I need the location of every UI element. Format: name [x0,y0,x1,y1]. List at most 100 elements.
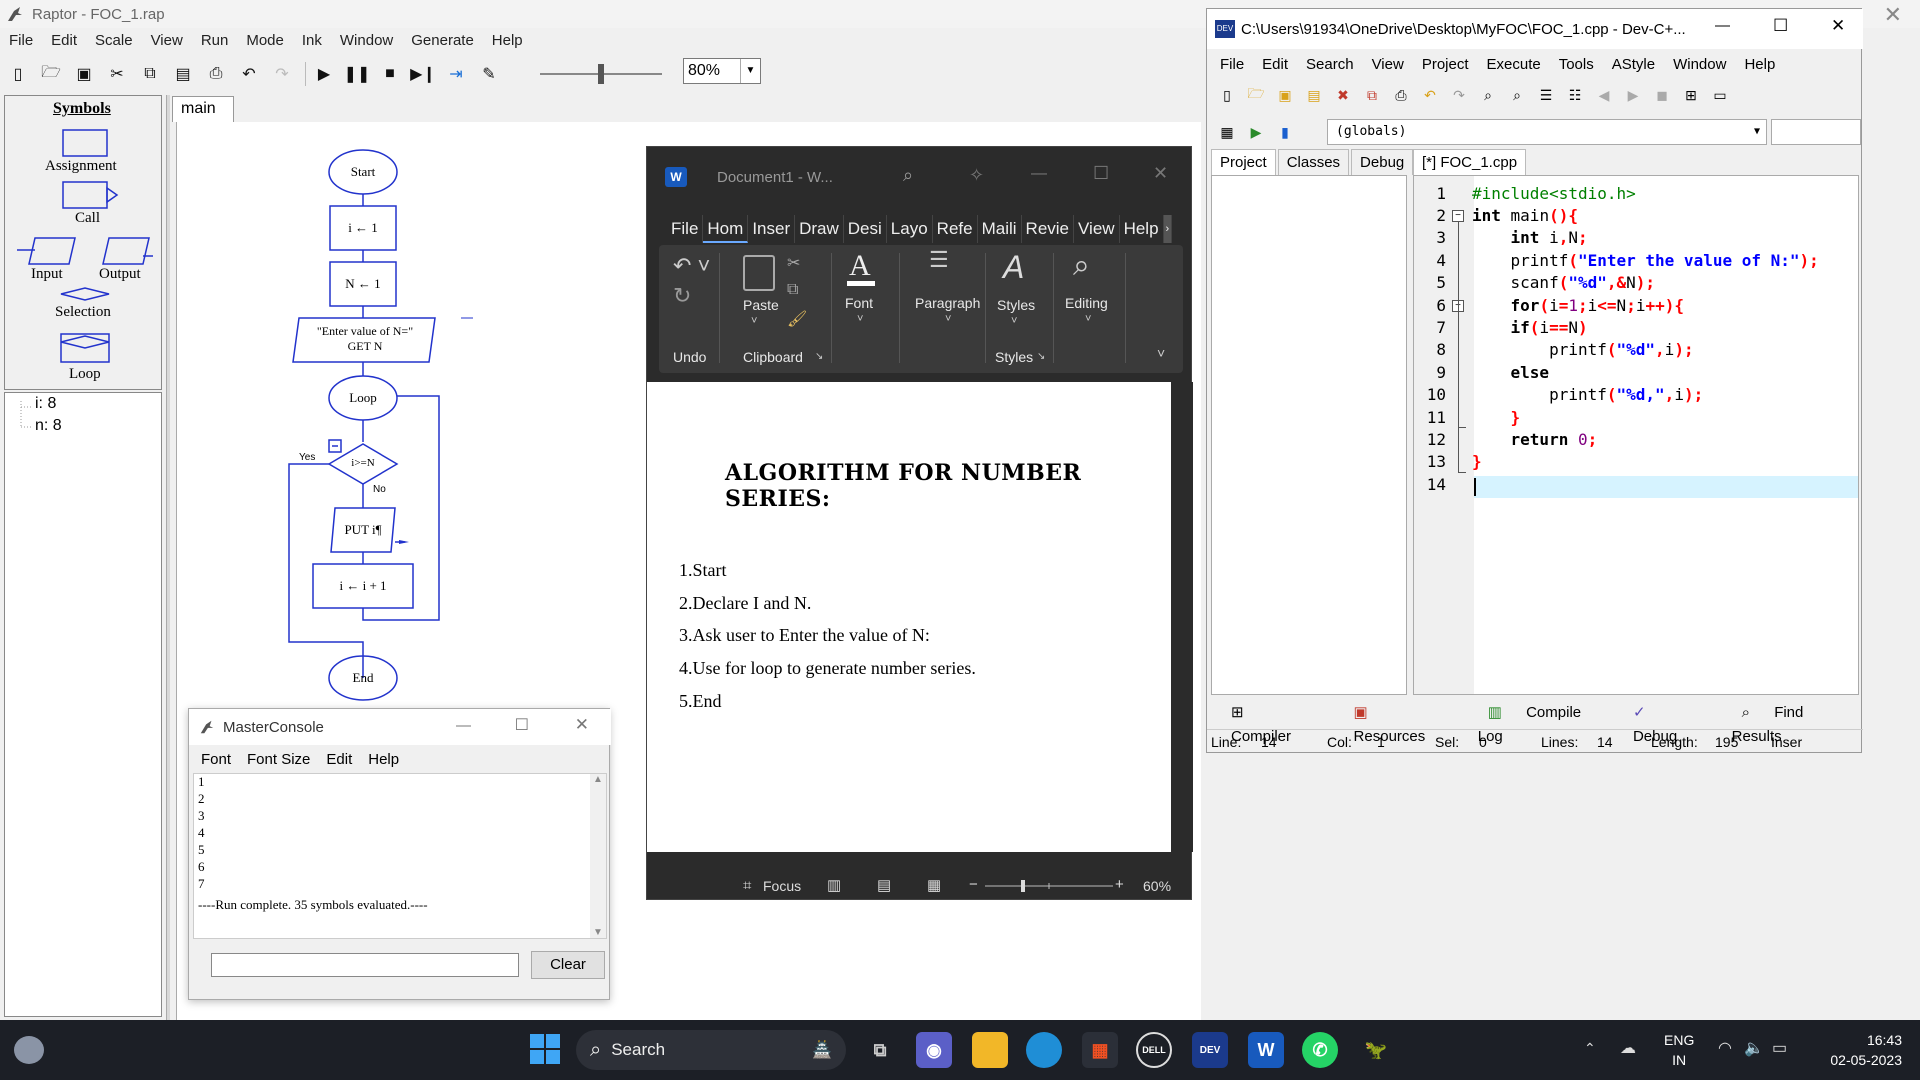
file-tab[interactable]: [*] FOC_1.cpp [1413,149,1527,175]
comment-icon[interactable]: ◼ [1650,83,1674,107]
cloud-icon[interactable]: ☁ [1620,1038,1636,1058]
save-all-icon[interactable]: ▤ [1302,83,1326,107]
new-file-icon[interactable]: ▯ [4,60,32,88]
raptor-taskbar-icon[interactable]: 🦖 [1358,1032,1394,1068]
class-browser-select[interactable]: (globals) ▼ [1327,119,1767,145]
chevron-down-icon[interactable]: ˅ [1011,315,1017,327]
tab-mailings[interactable]: Maili [978,215,1022,243]
whatsapp-icon[interactable]: ✆ [1302,1032,1338,1068]
close-icon[interactable]: ✕ [1884,2,1902,28]
redo-icon[interactable]: ↻ [673,283,691,309]
paste-icon[interactable]: ▤ [169,60,197,88]
focus-icon[interactable]: ⌗ [743,877,751,894]
volume-icon[interactable]: 🔈 [1744,1038,1764,1058]
pen-icon[interactable]: ✎ [475,60,503,88]
chevron-right-icon[interactable]: › [1163,215,1173,243]
clock[interactable]: 16:43 02-05-2023 [1810,1030,1902,1070]
stop-icon[interactable]: ■ [376,60,404,88]
taskbar-search[interactable]: ⌕ Search 🏯 [576,1030,846,1070]
undo-icon[interactable]: ↶ [235,60,263,88]
menu-run[interactable]: Run [192,30,238,52]
layout-grid-icon[interactable]: ⊞ [1679,83,1703,107]
minimize-icon[interactable]: — [456,717,471,734]
editing-button[interactable]: Editing [1065,295,1108,311]
chevron-up-icon[interactable]: ⌃ [1584,1040,1596,1057]
close-icon[interactable]: ✕ [575,715,589,735]
word-taskbar-icon[interactable]: W [1248,1032,1284,1068]
tab-debug[interactable]: Debug [1351,149,1414,175]
close-file-icon[interactable]: ✖ [1331,83,1355,107]
tab-insert[interactable]: Inser [748,215,796,243]
menu-mode[interactable]: Mode [237,30,293,52]
format-painter-icon[interactable]: 🖌 [787,309,807,329]
close-all-icon[interactable]: ⧉ [1360,83,1384,107]
tab-layout[interactable]: Layo [887,215,933,243]
dialog-launcher-icon[interactable]: ↘ [815,351,823,362]
weather-icon[interactable] [14,1036,44,1064]
copy-icon[interactable]: ⧉ [787,281,798,299]
tab-file[interactable]: File [667,215,704,243]
flow-increment[interactable]: i ← i + 1 [313,578,413,594]
unindent-icon[interactable]: ☷ [1563,83,1587,107]
tab-classes[interactable]: Classes [1277,149,1350,175]
chevron-down-icon[interactable]: ▼ [740,59,760,83]
styles-icon[interactable]: A [1003,249,1024,286]
flow-input-get[interactable]: GET N [297,339,433,354]
tab-main[interactable]: main [172,96,234,122]
designer-icon[interactable]: ✧ [969,165,984,186]
start-icon[interactable] [530,1034,560,1064]
zoom-select[interactable]: 80% ▼ [683,58,761,84]
close-icon[interactable]: ✕ [1831,16,1845,36]
flow-input-prompt[interactable]: "Enter value of N=" [297,324,433,339]
run-icon[interactable]: ▶ [1244,120,1268,144]
console-scrollbar[interactable]: ▲ ▼ [590,774,606,938]
flow-output[interactable]: PUT i¶ [333,522,393,538]
dev-menu-execute[interactable]: Execute [1478,53,1550,77]
console-input[interactable] [211,953,519,977]
step-into-icon[interactable]: ⇥ [442,60,470,88]
scroll-down-icon[interactable]: ▼ [590,927,606,938]
menu-file[interactable]: File [0,30,42,52]
cut-icon[interactable]: ✂ [787,253,800,273]
play-icon[interactable]: ▶ [310,60,338,88]
clear-button[interactable]: Clear [531,951,605,979]
web-layout-icon[interactable]: ▦ [927,876,941,894]
dev-menu-astyle[interactable]: AStyle [1603,53,1664,77]
tab-review[interactable]: Revie [1022,215,1075,243]
teams-chat-icon[interactable]: ◉ [916,1032,952,1068]
flow-loop[interactable]: Loop [329,390,397,406]
bookmark-back-icon[interactable]: ◀ [1592,83,1616,107]
indent-icon[interactable]: ☰ [1534,83,1558,107]
maximize-icon[interactable]: ☐ [1093,163,1109,184]
task-view-icon[interactable]: ⧉ [862,1032,898,1068]
flow-assign-i[interactable]: i ← 1 [330,220,396,236]
paste-button[interactable]: Paste [743,297,779,313]
cut-icon[interactable]: ✂ [103,60,131,88]
menu-ink[interactable]: Ink [293,30,331,52]
scroll-up-icon[interactable]: ▲ [590,774,606,785]
splitter[interactable] [166,95,170,1020]
search-icon[interactable]: ⌕ [1073,249,1090,283]
print-icon[interactable]: ⎙ [202,60,230,88]
code-editor[interactable]: 1 2 3 4 5 6 7 8 9 10 11 12 13 14 − − #in… [1413,175,1859,695]
undo-icon[interactable]: ↶ [1418,83,1442,107]
new-file-icon[interactable]: ▯ [1215,83,1239,107]
replace-icon[interactable]: ⌕ [1505,83,1529,107]
flow-assign-n[interactable]: N ← 1 [330,276,396,292]
copy-icon[interactable]: ⧉ [136,60,164,88]
fold-icon[interactable]: − [1452,210,1464,222]
member-select[interactable] [1771,119,1861,145]
dell-icon[interactable]: DELL [1136,1032,1172,1068]
console-menu-edit[interactable]: Edit [318,749,360,771]
font-icon[interactable]: A [849,249,871,283]
tab-help[interactable]: Help [1120,215,1164,243]
find-icon[interactable]: ⌕ [1476,83,1500,107]
symbol-input[interactable]: Input [31,266,63,283]
print-icon[interactable]: ⎙ [1389,83,1413,107]
menu-help[interactable]: Help [483,30,532,52]
dev-menu-window[interactable]: Window [1664,53,1735,77]
chevron-down-icon[interactable]: ˅ [945,313,951,325]
full-screen-icon[interactable]: ▭ [1708,83,1732,107]
symbol-loop[interactable]: Loop [69,366,101,383]
dev-menu-project[interactable]: Project [1413,53,1478,77]
